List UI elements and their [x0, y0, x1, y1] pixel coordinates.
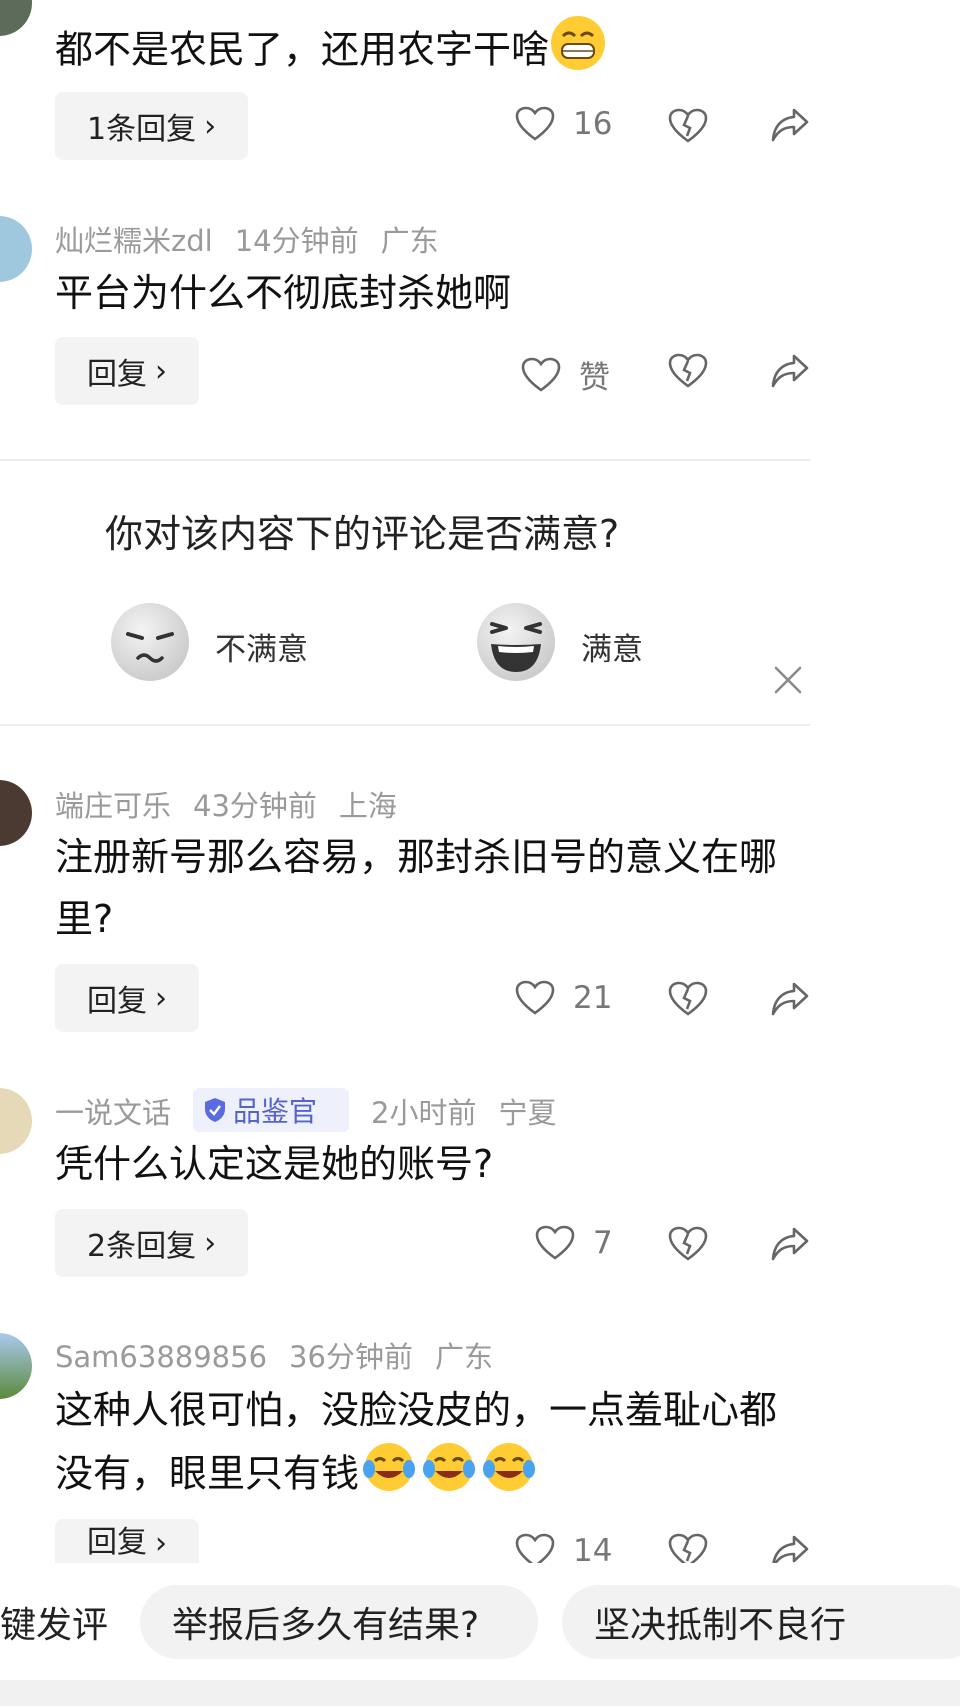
grinning-emoji-icon [549, 14, 607, 90]
close-icon[interactable] [773, 665, 803, 699]
comment-location: 宁夏 [498, 1096, 557, 1130]
comment-text: 注册新号那么容易，那封杀旧号的意义在哪里? [55, 835, 778, 941]
like-button[interactable]: 21 [515, 980, 612, 1016]
unsatisfied-label[interactable]: 不满意 [215, 624, 308, 669]
share-arrow-icon [771, 982, 809, 1016]
survey-question: 你对该内容下的评论是否满意? [105, 512, 620, 556]
username[interactable]: 一说文话 [55, 1096, 171, 1130]
share-arrow-icon [771, 108, 809, 142]
heart-icon [521, 357, 561, 392]
comment-text: 凭什么认定这是她的账号? [55, 1142, 494, 1186]
like-count: 7 [593, 1225, 613, 1261]
reply-button[interactable]: 2条回复 › [55, 1209, 249, 1277]
share-button[interactable] [770, 106, 810, 148]
heart-icon [515, 106, 555, 141]
reply-label: 2条回复 [87, 1229, 197, 1264]
quick-comment-chip[interactable]: 举报后多久有结果? [140, 1585, 538, 1659]
reply-label: 1条回复 [87, 112, 197, 147]
chevron-right-icon: › [155, 353, 167, 389]
like-button[interactable]: 16 [515, 106, 612, 142]
avatar[interactable] [0, 216, 32, 282]
reply-button[interactable]: 回复 › [55, 1519, 199, 1563]
dislike-button[interactable] [668, 1533, 708, 1563]
comment-location: 广东 [380, 224, 439, 258]
reply-button[interactable]: 1条回复 › [55, 92, 249, 160]
crying-laughing-emoji-icon [479, 1441, 539, 1511]
chip-label: 坚决抵制不良行 [594, 1605, 847, 1646]
comment-location: 广东 [434, 1340, 493, 1374]
broken-heart-icon [668, 108, 708, 143]
reply-button[interactable]: 回复 › [55, 337, 199, 405]
divider [0, 459, 810, 461]
like-button[interactable]: 7 [535, 1225, 613, 1261]
bottom-input-strip[interactable] [0, 1680, 960, 1706]
like-button[interactable]: 14 [515, 1533, 612, 1563]
share-button[interactable] [770, 980, 810, 1022]
chevron-right-icon: › [204, 1225, 217, 1261]
quick-comment-bar: 键发评 举报后多久有结果? 坚决抵制不良行 [0, 1563, 960, 1678]
heart-icon [515, 1533, 555, 1563]
dislike-button[interactable] [668, 353, 708, 393]
dislike-button[interactable] [668, 981, 708, 1021]
reply-label: 回复 [87, 1525, 147, 1560]
comment-text: 平台为什么不彻底封杀她啊 [55, 271, 512, 315]
username[interactable]: 端庄可乐 [55, 789, 171, 823]
like-count: 14 [573, 1533, 613, 1563]
username[interactable]: 灿烂糯米zdl [55, 224, 213, 258]
avatar[interactable] [0, 1333, 32, 1399]
reviewer-badge: 品鉴官 [193, 1088, 350, 1132]
satisfied-label[interactable]: 满意 [581, 624, 643, 669]
broken-heart-icon [668, 981, 708, 1016]
quick-comment-chip[interactable]: 键发评 [0, 1585, 118, 1659]
broken-heart-icon [668, 1226, 708, 1261]
crying-laughing-emoji-icon [419, 1441, 479, 1511]
heart-icon [515, 980, 555, 1015]
crying-laughing-emoji-icon [359, 1441, 419, 1511]
broken-heart-icon [668, 353, 708, 388]
comment-time: 2小时前 [371, 1096, 477, 1130]
dislike-button[interactable] [668, 108, 708, 148]
verified-shield-icon [205, 1098, 226, 1122]
divider [0, 724, 810, 726]
broken-heart-icon [668, 1533, 708, 1563]
avatar[interactable] [0, 780, 32, 846]
share-button[interactable] [770, 352, 810, 394]
quick-comment-chip[interactable]: 坚决抵制不良行 [562, 1585, 960, 1659]
comment-text: 都不是农民了，还用农字干啥 [55, 27, 550, 72]
avatar[interactable] [0, 1088, 32, 1154]
chevron-right-icon: › [155, 1526, 167, 1561]
reply-label: 回复 [87, 357, 147, 392]
laughing-face-icon[interactable] [476, 602, 556, 682]
heart-icon [535, 1225, 575, 1260]
comment-time: 36分钟前 [289, 1340, 413, 1374]
avatar[interactable] [0, 0, 32, 36]
comment-time: 14分钟前 [234, 224, 359, 258]
dislike-button[interactable] [668, 1226, 708, 1266]
unhappy-face-icon[interactable] [110, 602, 190, 682]
chip-label: 键发评 [0, 1605, 109, 1646]
share-button[interactable] [770, 1225, 810, 1267]
share-arrow-icon [771, 1227, 809, 1261]
like-count: 21 [573, 980, 613, 1016]
chevron-right-icon: › [155, 980, 167, 1016]
like-button[interactable]: 赞 [521, 352, 610, 397]
chip-label: 举报后多久有结果? [172, 1605, 480, 1646]
like-count: 赞 [579, 360, 610, 396]
chevron-right-icon: › [204, 108, 217, 144]
share-arrow-icon [771, 354, 809, 388]
share-arrow-icon [772, 1535, 809, 1563]
reply-label: 回复 [87, 984, 147, 1019]
username[interactable]: Sam63889856 [55, 1340, 267, 1374]
share-button[interactable] [770, 1533, 810, 1563]
comment-time: 43分钟前 [193, 789, 317, 823]
like-count: 16 [573, 106, 613, 142]
reply-button[interactable]: 回复 › [55, 964, 199, 1032]
badge-label: 品鉴官 [233, 1095, 318, 1128]
comment-location: 上海 [338, 789, 397, 823]
